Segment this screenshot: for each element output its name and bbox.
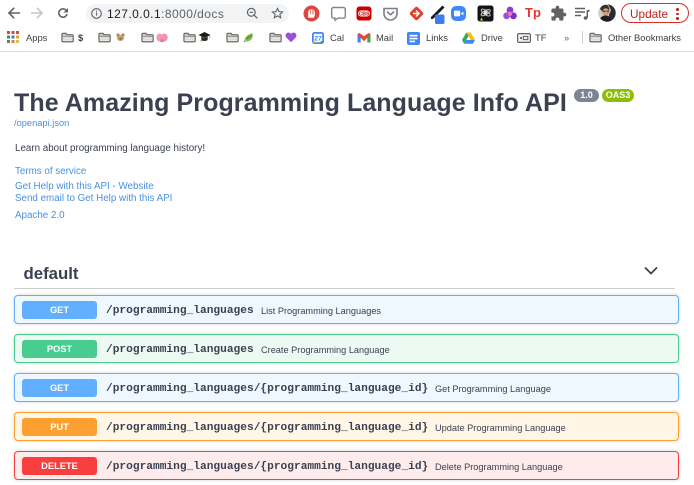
svg-text:27: 27 [314, 35, 322, 42]
svg-text:CBS: CBS [359, 12, 370, 18]
